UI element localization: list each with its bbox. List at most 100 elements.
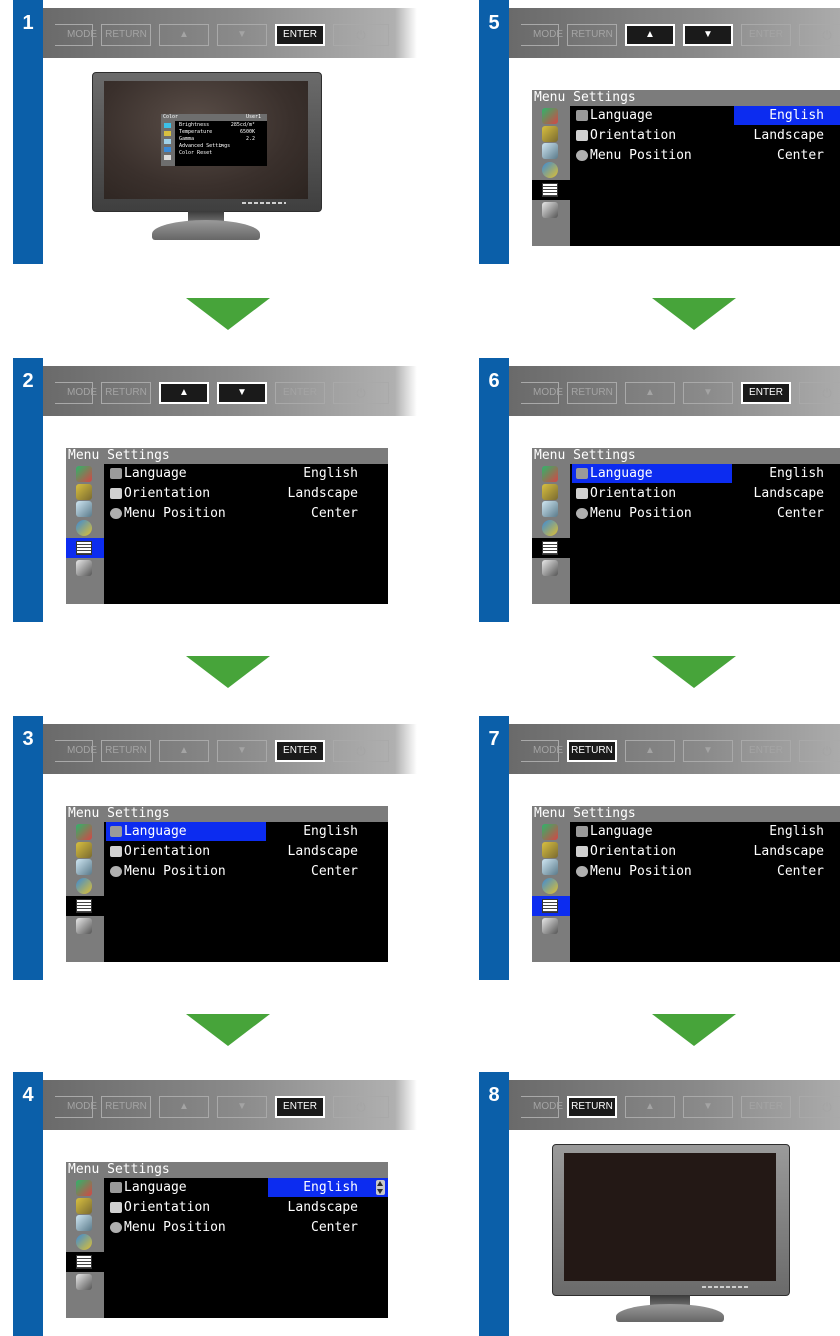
up-button[interactable]: ▲ xyxy=(625,24,675,46)
power-button[interactable]: ⏻ xyxy=(799,24,840,46)
enter-button[interactable]: ENTER xyxy=(741,740,791,762)
monitor-led-strip xyxy=(242,202,286,204)
up-button[interactable]: ▲ xyxy=(159,740,209,762)
up-button[interactable]: ▲ xyxy=(159,382,209,404)
step-5: 5 MODE RETURN ▲ ▼ ENTER ⏻ Menu Settings … xyxy=(466,0,840,264)
mode-button[interactable]: MODE xyxy=(55,24,97,46)
spinner-icon[interactable] xyxy=(376,1180,385,1195)
power-button[interactable]: ⏻ xyxy=(333,382,389,404)
menu-row[interactable]: Menu Position Center xyxy=(106,862,388,881)
enter-button[interactable]: ENTER xyxy=(741,382,791,404)
menu-row[interactable]: Menu Position Center xyxy=(572,504,840,523)
menu-settings-icon xyxy=(164,155,171,160)
return-button[interactable]: RETURN xyxy=(101,1096,151,1118)
menu-row[interactable]: Language English xyxy=(572,106,840,125)
up-button[interactable]: ▲ xyxy=(159,1096,209,1118)
return-button[interactable]: RETURN xyxy=(567,740,617,762)
menu-row[interactable]: Orientation Landscape xyxy=(106,484,388,503)
step-band: 4 xyxy=(13,1072,43,1336)
up-button[interactable]: ▲ xyxy=(159,24,209,46)
up-button[interactable]: ▲ xyxy=(625,382,675,404)
power-button[interactable]: ⏻ xyxy=(333,24,389,46)
return-button[interactable]: RETURN xyxy=(101,24,151,46)
picture-icon xyxy=(542,878,558,894)
button-bar: MODE RETURN ▲ ▼ ENTER ⏻ xyxy=(509,724,840,774)
menu-row[interactable]: Menu Position Center xyxy=(106,504,388,523)
down-button[interactable]: ▼ xyxy=(217,740,267,762)
mode-button[interactable]: MODE xyxy=(521,740,563,762)
menu-row[interactable]: Language English xyxy=(106,822,388,841)
mode-button[interactable]: MODE xyxy=(55,382,97,404)
down-button[interactable]: ▼ xyxy=(217,1096,267,1118)
monitor-illustration: Color User1 Brightness 285cd/m² Temperatu… xyxy=(92,72,322,242)
menu-row[interactable]: Orientation Landscape xyxy=(106,1198,388,1217)
mode-button[interactable]: MODE xyxy=(521,24,563,46)
power-button[interactable]: ⏻ xyxy=(799,382,840,404)
menu-row[interactable]: Menu Position Center xyxy=(572,862,840,881)
color-row: Temperature 6500K xyxy=(179,129,263,136)
enter-button[interactable]: ENTER xyxy=(275,1096,325,1118)
color-row: Brightness 285cd/m² xyxy=(179,122,263,129)
orientation-icon xyxy=(110,846,122,857)
osd-menu: Menu Settings Language English Orientation… xyxy=(66,448,388,604)
next-arrow xyxy=(186,1014,270,1046)
menu-row[interactable]: Language English xyxy=(572,464,840,483)
return-button[interactable]: RETURN xyxy=(101,740,151,762)
return-button[interactable]: RETURN xyxy=(567,24,617,46)
menu-row[interactable]: Orientation Landscape xyxy=(106,842,388,861)
button-bar: MODE RETURN ▲ ▼ ENTER ⏻ xyxy=(43,8,417,58)
power-button[interactable]: ⏻ xyxy=(799,740,840,762)
up-button[interactable]: ▲ xyxy=(625,1096,675,1118)
color-menu-sidebar xyxy=(161,121,175,166)
mode-button[interactable]: MODE xyxy=(55,1096,97,1118)
menu-row[interactable]: Language English xyxy=(106,464,388,483)
down-button[interactable]: ▼ xyxy=(217,24,267,46)
button-bar: MODE RETURN ▲ ▼ ENTER ⏻ xyxy=(43,366,417,416)
tools-icon xyxy=(542,918,558,934)
mode-button[interactable]: MODE xyxy=(521,1096,563,1118)
step-6: 6 MODE RETURN ▲ ▼ ENTER ⏻ Menu Settings … xyxy=(466,358,840,622)
osd-sidebar xyxy=(532,464,570,604)
return-button[interactable]: RETURN xyxy=(567,382,617,404)
step-8: 8 MODE RETURN ▲ ▼ ENTER ⏻ xyxy=(466,1072,840,1336)
menu-row-value: Center xyxy=(311,506,358,521)
step-1: 1 MODE RETURN ▲ ▼ ENTER ⏻ Color User1 Br… xyxy=(0,0,420,264)
down-button[interactable]: ▼ xyxy=(683,24,733,46)
menu-row[interactable]: Menu Position Center xyxy=(572,146,840,165)
menu-row[interactable]: Orientation Landscape xyxy=(572,484,840,503)
orientation-icon xyxy=(110,488,122,499)
menu-row[interactable]: Menu Position Center xyxy=(106,1218,388,1237)
down-button[interactable]: ▼ xyxy=(683,1096,733,1118)
color-icon xyxy=(76,466,92,482)
enter-button[interactable]: ENTER xyxy=(741,1096,791,1118)
menu-row[interactable]: Language English xyxy=(106,1178,388,1197)
down-button[interactable]: ▼ xyxy=(683,740,733,762)
osd-menu: Menu Settings Language English Orientation… xyxy=(532,448,840,604)
menu-row-label: Menu Position xyxy=(590,864,692,879)
power-button[interactable]: ⏻ xyxy=(333,740,389,762)
power-button[interactable]: ⏻ xyxy=(799,1096,840,1118)
down-button[interactable]: ▼ xyxy=(217,382,267,404)
enter-button[interactable]: ENTER xyxy=(741,24,791,46)
osd-menu: Menu Settings Language English Orientation… xyxy=(532,90,840,246)
menu-row[interactable]: Language English xyxy=(572,822,840,841)
mode-button[interactable]: MODE xyxy=(521,382,563,404)
menu-row[interactable]: Orientation Landscape xyxy=(572,126,840,145)
down-button[interactable]: ▼ xyxy=(683,382,733,404)
step-number: 5 xyxy=(488,12,500,34)
return-button[interactable]: RETURN xyxy=(101,382,151,404)
button-bar: MODE RETURN ▲ ▼ ENTER ⏻ xyxy=(509,366,840,416)
power-button[interactable]: ⏻ xyxy=(333,1096,389,1118)
up-button[interactable]: ▲ xyxy=(625,740,675,762)
power-save-icon xyxy=(542,859,558,875)
orientation-icon xyxy=(576,488,588,499)
osd-sidebar xyxy=(532,822,570,962)
enter-button[interactable]: ENTER xyxy=(275,740,325,762)
enter-button[interactable]: ENTER xyxy=(275,382,325,404)
enter-button[interactable]: ENTER xyxy=(275,24,325,46)
menu-row[interactable]: Orientation Landscape xyxy=(572,842,840,861)
menu-row-value: Landscape xyxy=(287,486,358,501)
return-button[interactable]: RETURN xyxy=(567,1096,617,1118)
mode-button[interactable]: MODE xyxy=(55,740,97,762)
menu-row-value: English xyxy=(303,824,358,839)
